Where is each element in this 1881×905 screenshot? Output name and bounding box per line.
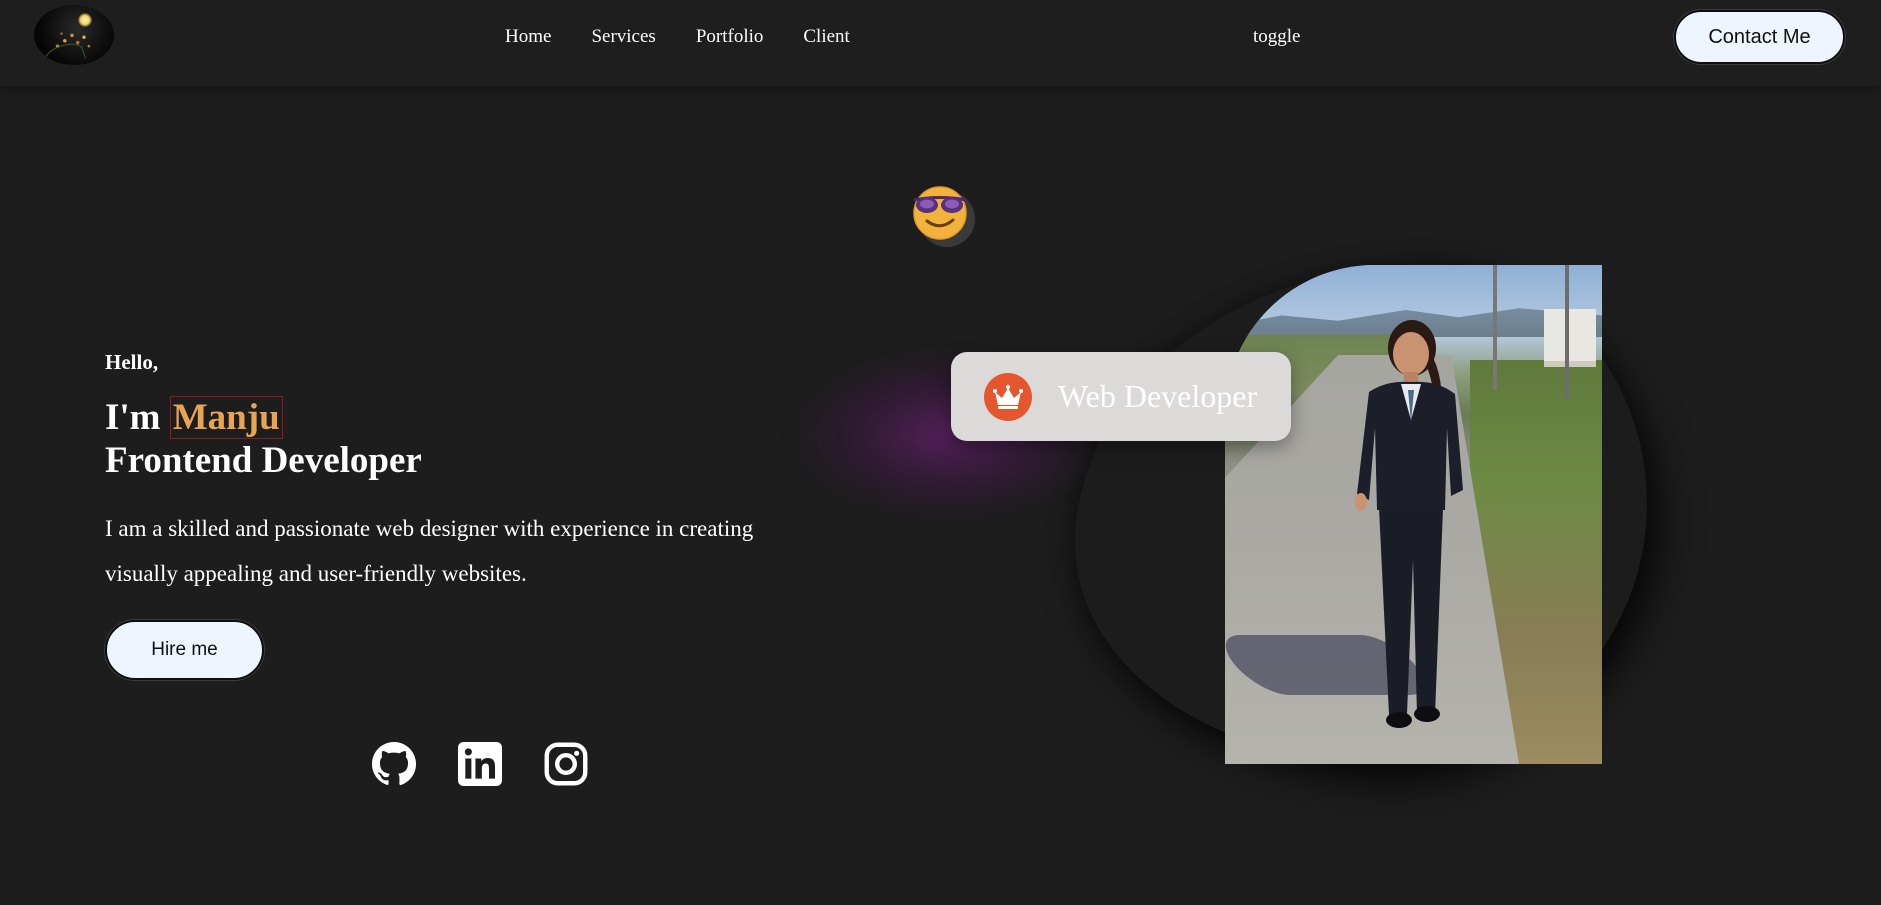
social-links: [370, 740, 590, 788]
navbar: Home Services Portfolio Client toggle Co…: [0, 0, 1881, 86]
name-highlight: Manju: [169, 396, 283, 439]
role-card: Web Developer: [951, 352, 1291, 441]
hero-title: Frontend Developer: [105, 440, 422, 481]
nav-link-portfolio[interactable]: Portfolio: [696, 26, 764, 48]
nav-link-home[interactable]: Home: [505, 26, 551, 48]
profile-photo: [1225, 265, 1602, 764]
person-figure: [1355, 320, 1463, 728]
hero-description: I am a skilled and passionate web design…: [105, 516, 754, 586]
contact-me-button[interactable]: Contact Me: [1674, 10, 1845, 64]
github-icon[interactable]: [370, 740, 418, 788]
theme-toggle[interactable]: toggle: [1253, 26, 1301, 48]
logo[interactable]: [34, 5, 114, 65]
linkedin-icon[interactable]: [456, 740, 504, 788]
role-label: Web Developer: [1058, 378, 1258, 414]
greeting: Hello,: [105, 350, 159, 374]
intro-prefix: I'm: [105, 397, 170, 438]
nav-link-client[interactable]: Client: [803, 26, 849, 48]
nav-links: Home Services Portfolio Client: [505, 26, 850, 48]
smiling-face-with-sunglasses-icon: [910, 183, 980, 249]
crown-icon: [984, 372, 1032, 421]
hero-headline: I'm Manju Frontend Developer: [105, 396, 422, 482]
hire-me-button[interactable]: Hire me: [105, 620, 264, 680]
instagram-icon[interactable]: [542, 740, 590, 788]
nav-link-services[interactable]: Services: [591, 26, 655, 48]
